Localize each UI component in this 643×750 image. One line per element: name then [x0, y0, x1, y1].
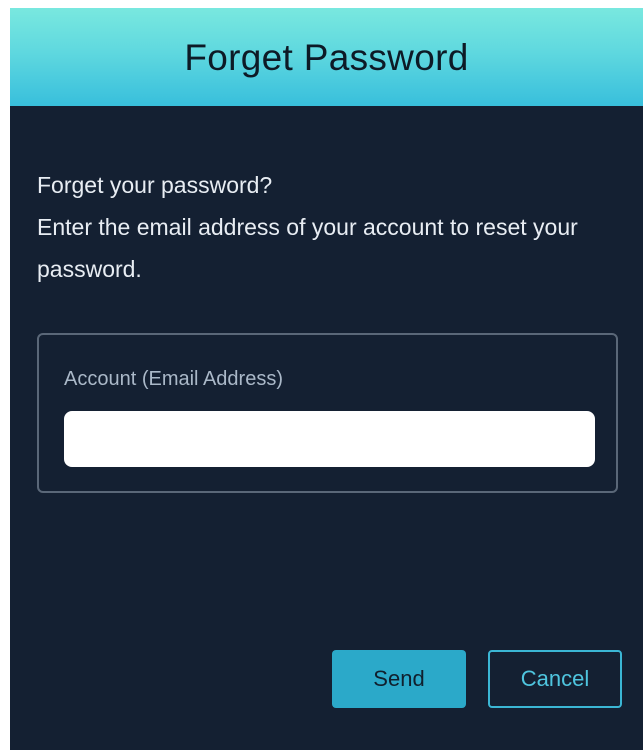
cancel-button[interactable]: Cancel — [488, 650, 622, 708]
dialog-header: Forget Password — [10, 8, 643, 106]
forget-password-dialog: Forget Password Forget your password? En… — [10, 8, 643, 750]
dialog-title: Forget Password — [184, 37, 469, 78]
instructions-question: Forget your password? — [37, 172, 273, 198]
send-button[interactable]: Send — [332, 650, 466, 708]
email-input[interactable] — [64, 411, 595, 467]
instructions-text: Forget your password? Enter the email ad… — [37, 164, 627, 290]
account-field-group: Account (Email Address) — [37, 333, 618, 493]
dialog-body: Forget your password? Enter the email ad… — [10, 106, 643, 750]
instructions-detail: Enter the email address of your account … — [37, 214, 578, 282]
account-field-label: Account (Email Address) — [64, 368, 283, 390]
